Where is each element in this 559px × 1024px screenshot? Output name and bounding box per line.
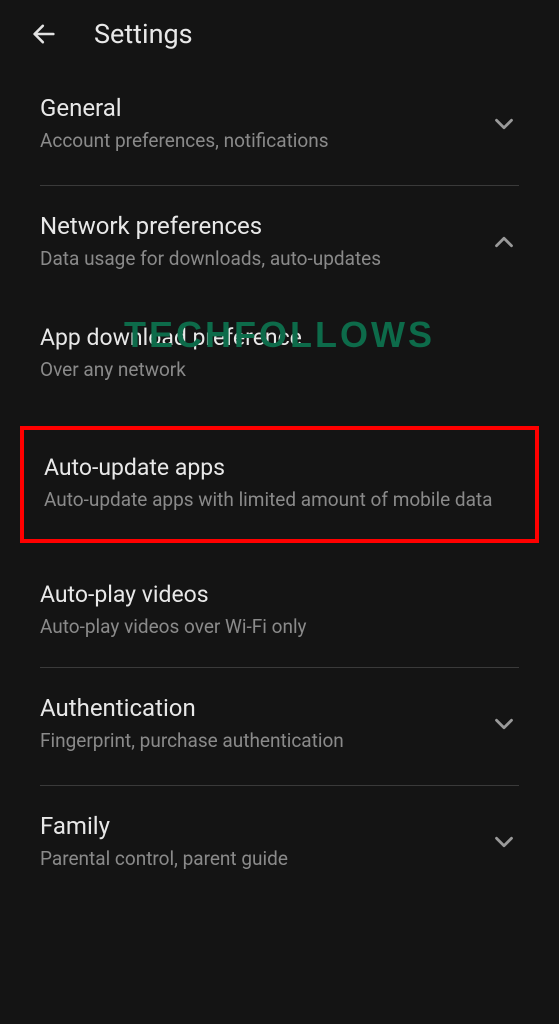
arrow-left-icon: [30, 20, 58, 48]
chevron-down-icon: [489, 709, 519, 739]
section-authentication[interactable]: Authentication Fingerprint, purchase aut…: [0, 668, 559, 785]
section-general-title: General: [40, 94, 477, 122]
section-authentication-title: Authentication: [40, 694, 477, 722]
section-authentication-subtitle: Fingerprint, purchase authentication: [40, 728, 477, 755]
section-network-title: Network preferences: [40, 212, 477, 240]
header: Settings: [0, 0, 559, 68]
section-family-title: Family: [40, 812, 477, 840]
auto-play-title: Auto-play videos: [40, 581, 519, 608]
subsection-auto-play[interactable]: Auto-play videos Auto-play videos over W…: [0, 559, 559, 667]
auto-update-subtitle: Auto-update apps with limited amount of …: [44, 487, 515, 514]
chevron-up-icon: [489, 227, 519, 257]
section-family-subtitle: Parental control, parent guide: [40, 846, 477, 873]
auto-play-subtitle: Auto-play videos over Wi-Fi only: [40, 614, 519, 641]
settings-content: General Account preferences, notificatio…: [0, 68, 559, 902]
section-general[interactable]: General Account preferences, notificatio…: [0, 68, 559, 185]
section-family[interactable]: Family Parental control, parent guide: [0, 786, 559, 903]
chevron-down-icon: [489, 827, 519, 857]
section-general-subtitle: Account preferences, notifications: [40, 128, 477, 155]
app-download-subtitle: Over any network: [40, 357, 519, 384]
app-download-title: App download preference: [40, 324, 519, 351]
subsection-app-download[interactable]: App download preference Over any network: [0, 302, 559, 410]
back-button[interactable]: [30, 20, 58, 48]
auto-update-title: Auto-update apps: [44, 454, 515, 481]
subsection-auto-update-highlighted[interactable]: Auto-update apps Auto-update apps with l…: [20, 426, 539, 544]
chevron-down-icon: [489, 109, 519, 139]
section-network-subtitle: Data usage for downloads, auto-updates: [40, 246, 477, 273]
page-title: Settings: [94, 18, 193, 50]
section-network[interactable]: Network preferences Data usage for downl…: [0, 186, 559, 303]
